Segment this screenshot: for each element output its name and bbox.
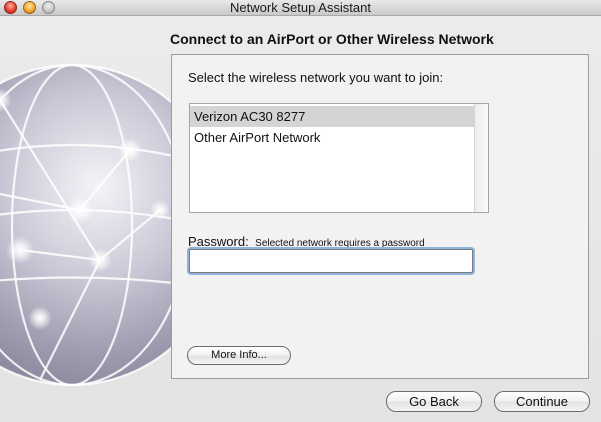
globe-icon xyxy=(0,63,195,387)
password-field[interactable] xyxy=(189,249,473,273)
network-item-other[interactable]: Other AirPort Network xyxy=(190,127,475,148)
password-label: Password: xyxy=(188,234,249,249)
page-title: Connect to an AirPort or Other Wireless … xyxy=(170,31,494,47)
network-prompt: Select the wireless network you want to … xyxy=(188,70,444,85)
go-back-button[interactable]: Go Back xyxy=(386,391,482,412)
network-list-scrollbar[interactable] xyxy=(474,104,488,212)
continue-button[interactable]: Continue xyxy=(494,391,590,412)
network-item-verizon[interactable]: Verizon AC30 8277 xyxy=(190,106,475,127)
title-bar[interactable]: Network Setup Assistant xyxy=(0,0,601,16)
content-panel: Select the wireless network you want to … xyxy=(171,54,589,379)
window-title: Network Setup Assistant xyxy=(230,0,371,15)
more-info-button[interactable]: More Info... xyxy=(187,346,291,365)
network-list[interactable]: Verizon AC30 8277 Other AirPort Network xyxy=(189,103,489,213)
setup-assistant-window: Network Setup Assistant Connect to an Ai… xyxy=(0,0,601,422)
password-hint: Selected network requires a password xyxy=(255,238,425,249)
